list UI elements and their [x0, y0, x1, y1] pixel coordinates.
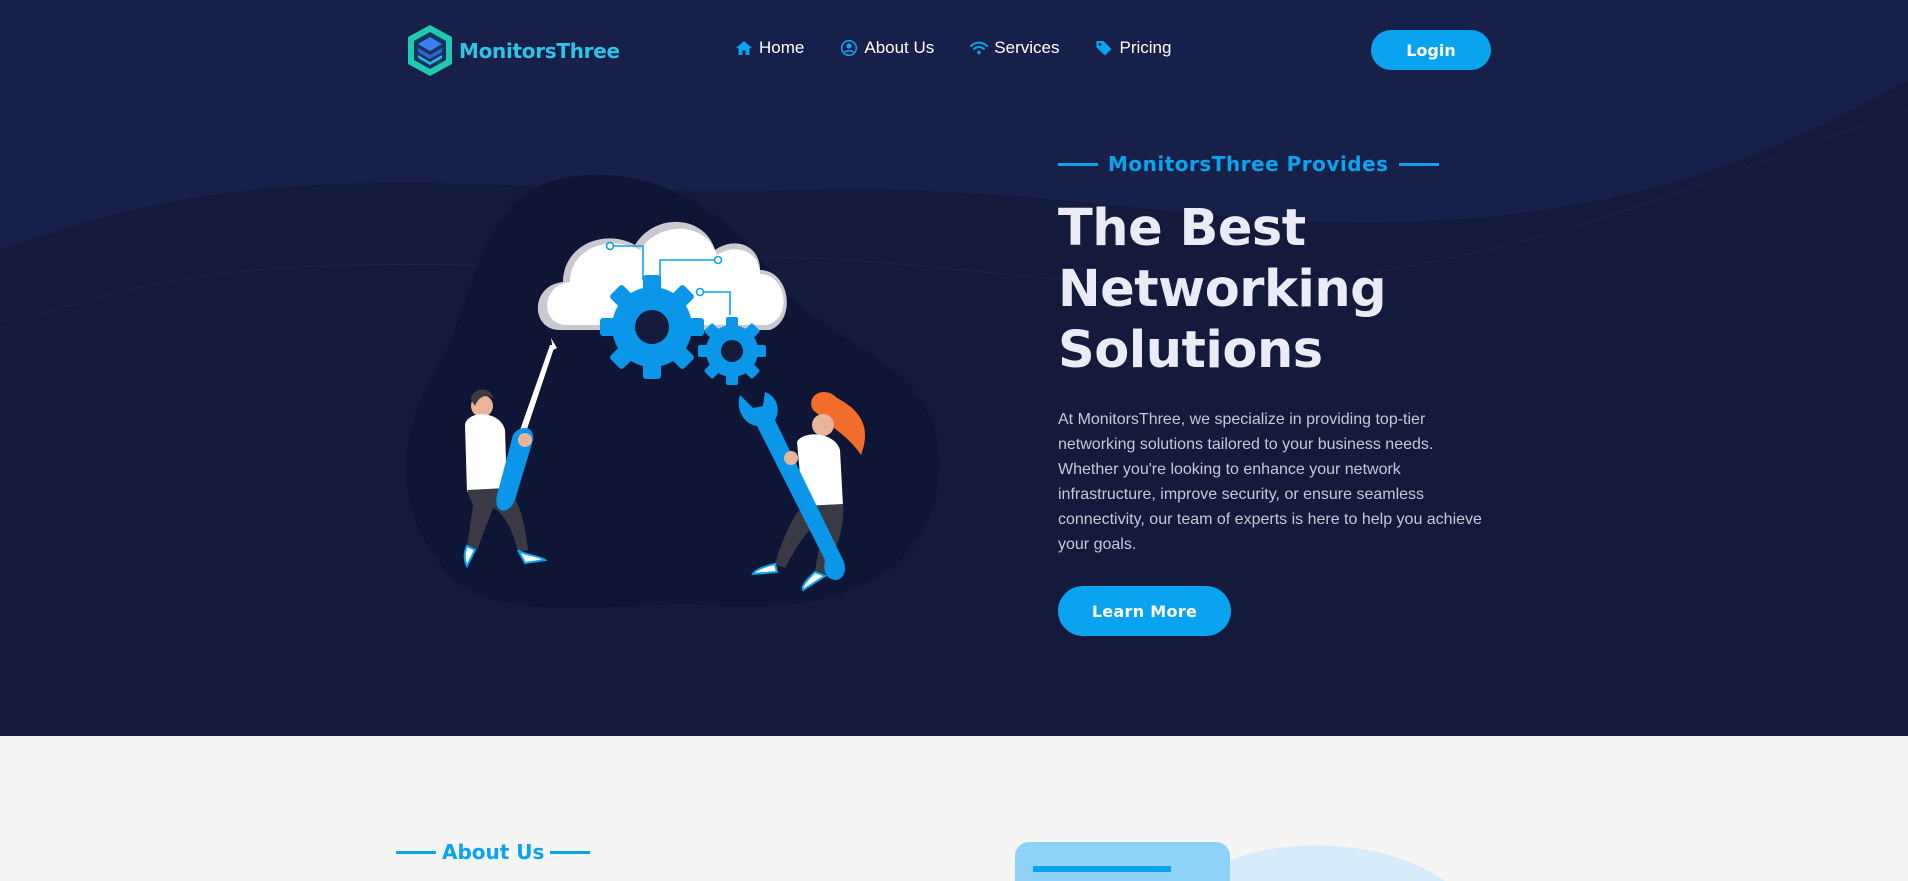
learn-more-button[interactable]: Learn More — [1058, 586, 1231, 636]
logo-hexagon-icon — [408, 25, 452, 76]
about-illustration — [1015, 842, 1445, 881]
about-label-text: About Us — [442, 840, 545, 864]
eyebrow-line-right — [1398, 162, 1439, 166]
hero-headline: The Best Networking Solutions — [1058, 199, 1387, 380]
nav-item-label: About Us — [864, 38, 935, 57]
eyebrow-line-left — [1058, 162, 1098, 166]
tag-icon — [1096, 41, 1112, 56]
user-circle-icon — [841, 39, 858, 57]
about-line-right — [550, 850, 591, 854]
nav-item-label: Pricing — [1119, 38, 1172, 57]
wifi-icon — [970, 41, 989, 55]
brand-logo[interactable]: MonitorsThree — [405, 23, 620, 78]
nav-item-home[interactable]: Home — [735, 38, 804, 58]
brand-name: MonitorsThree — [459, 38, 620, 63]
hero-background-wave — [0, 0, 1908, 331]
main-nav: Home About Us Services Pricing — [735, 38, 1207, 58]
hero-eyebrow: MonitorsThree Provides — [1058, 152, 1439, 176]
about-line-left — [396, 850, 436, 854]
people-repairing-cloud-gears-illustration — [406, 174, 940, 609]
login-button[interactable]: Login — [1371, 30, 1491, 70]
nav-item-pricing[interactable]: Pricing — [1095, 38, 1171, 58]
nav-item-label: Services — [994, 38, 1060, 57]
home-icon — [736, 41, 752, 55]
gear-icon — [600, 275, 704, 379]
nav-item-label: Home — [759, 38, 805, 57]
nav-item-services[interactable]: Services — [970, 38, 1059, 58]
hero-description: At MonitorsThree, we specialize in provi… — [1058, 411, 1482, 553]
about-section-label: About Us — [396, 840, 591, 864]
gear-icon — [698, 317, 766, 385]
hero-section: MonitorsThree Home About Us Services Pri… — [0, 0, 1908, 736]
hero-eyebrow-text: MonitorsThree Provides — [1108, 152, 1389, 176]
nav-item-about[interactable]: About Us — [840, 38, 934, 58]
